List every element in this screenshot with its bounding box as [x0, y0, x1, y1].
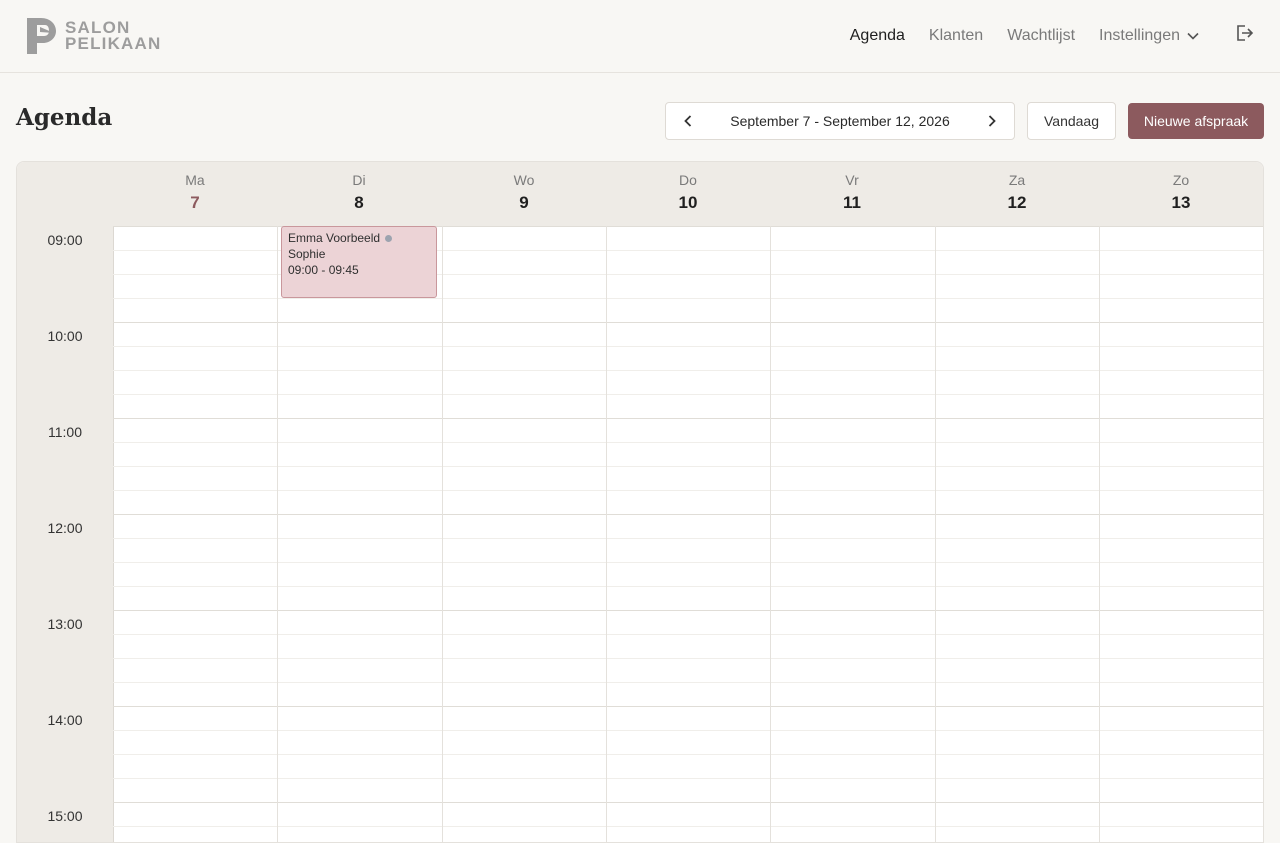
quarter-gridline: [113, 442, 1263, 443]
quarter-gridline: [113, 730, 1263, 731]
quarter-gridline: [113, 490, 1263, 491]
time-column: 09:00 10:00 11:00 12:00 13:00 14:00 15:0…: [17, 226, 114, 842]
page-title: Agenda: [16, 104, 113, 131]
day-name: Do: [679, 172, 697, 188]
calendar-header: Ma 7 Di 8 Wo 9 Do 10 Vr 11 Za 12 Zo 13: [17, 162, 1263, 227]
new-appointment-button[interactable]: Nieuwe afspraak: [1128, 103, 1264, 139]
time-label: 09:00: [47, 232, 83, 248]
chevron-right-icon: [988, 115, 996, 127]
day-column-divider: [277, 226, 278, 842]
day-name: Za: [1008, 172, 1026, 188]
day-header-saturday: Za 12: [935, 162, 1099, 226]
appointment-time: 09:00 - 09:45: [288, 263, 359, 277]
quarter-gridline: [113, 754, 1263, 755]
day-date: 13: [1171, 193, 1191, 212]
pelican-logo-icon: [27, 18, 56, 54]
day-column-divider: [1263, 226, 1264, 843]
quarter-gridline: [113, 658, 1263, 659]
nav-instellingen-dropdown[interactable]: Instellingen: [1099, 27, 1200, 45]
quarter-gridline: [113, 586, 1263, 587]
time-label: 15:00: [47, 808, 83, 824]
salon-logo[interactable]: SALON PELIKAAN: [24, 16, 162, 56]
quarter-gridline: [113, 466, 1263, 467]
day-date: 11: [843, 193, 861, 212]
quarter-gridline: [113, 298, 1263, 299]
hour-gridline: [113, 322, 1263, 323]
nav-wachtlijst[interactable]: Wachtlijst: [1007, 27, 1075, 45]
quarter-gridline: [113, 826, 1263, 827]
day-header-monday: Ma 7: [113, 162, 277, 226]
hour-gridline: [113, 514, 1263, 515]
day-header-friday: Vr 11: [770, 162, 934, 226]
day-header-wednesday: Wo 9: [442, 162, 606, 226]
day-date: 9: [519, 193, 529, 212]
appointment-client: Emma Voorbeeld: [288, 231, 381, 245]
today-button[interactable]: Vandaag: [1027, 102, 1116, 140]
day-header-thursday: Do 10: [606, 162, 770, 226]
hour-gridline: [113, 802, 1263, 803]
main-nav: Agenda Klanten Wachtlijst Instellingen: [826, 0, 1280, 72]
quarter-gridline: [113, 778, 1263, 779]
day-column-divider: [935, 226, 936, 842]
calendar-grid[interactable]: Emma Voorbeeld Sophie 09:00 - 09:45: [113, 226, 1264, 843]
day-column-divider: [442, 226, 443, 842]
nav-klanten[interactable]: Klanten: [929, 27, 983, 45]
status-dot-icon: [385, 234, 393, 242]
day-name: Ma: [185, 172, 205, 188]
day-column-divider: [1099, 226, 1100, 842]
day-name: Wo: [513, 172, 535, 188]
nav-instellingen-label: Instellingen: [1099, 27, 1180, 44]
appointment-card[interactable]: Emma Voorbeeld Sophie 09:00 - 09:45: [281, 226, 437, 298]
week-calendar: Ma 7 Di 8 Wo 9 Do 10 Vr 11 Za 12 Zo 13 0…: [16, 161, 1264, 843]
top-navigation-bar: SALON PELIKAAN Agenda Klanten Wachtlijst…: [0, 0, 1280, 73]
next-week-button[interactable]: [970, 103, 1014, 139]
nav-agenda[interactable]: Agenda: [850, 27, 905, 45]
time-label: 11:00: [48, 424, 82, 440]
time-label: 12:00: [47, 520, 83, 536]
quarter-gridline: [113, 634, 1263, 635]
day-name: Vr: [845, 172, 859, 188]
appointment-staff: Sophie: [288, 247, 326, 261]
time-label: 10:00: [47, 328, 83, 344]
day-column-divider: [606, 226, 607, 842]
day-name: Di: [352, 172, 366, 188]
day-date: 8: [354, 193, 364, 212]
time-label: 13:00: [47, 616, 83, 632]
logo-text-line2: PELIKAAN: [65, 34, 162, 53]
quarter-gridline: [113, 370, 1263, 371]
date-range-navigator: September 7 - September 12, 2026: [665, 102, 1015, 140]
quarter-gridline: [113, 394, 1263, 395]
logout-icon[interactable]: [1234, 23, 1254, 43]
chevron-left-icon: [684, 115, 692, 127]
quarter-gridline: [113, 562, 1263, 563]
date-range-label: September 7 - September 12, 2026: [730, 113, 950, 129]
day-name: Zo: [1172, 172, 1190, 188]
day-date: 10: [678, 193, 698, 212]
day-date: 7: [190, 193, 200, 212]
day-header-tuesday: Di 8: [277, 162, 441, 226]
day-column-divider: [770, 226, 771, 842]
day-date: 12: [1007, 193, 1027, 212]
previous-week-button[interactable]: [666, 103, 710, 139]
quarter-gridline: [113, 346, 1263, 347]
hour-gridline: [113, 418, 1263, 419]
quarter-gridline: [113, 682, 1263, 683]
hour-gridline: [113, 706, 1263, 707]
time-label: 14:00: [47, 712, 83, 728]
hour-gridline: [113, 610, 1263, 611]
quarter-gridline: [113, 538, 1263, 539]
day-header-sunday: Zo 13: [1099, 162, 1263, 226]
chevron-down-icon: [1187, 32, 1199, 40]
